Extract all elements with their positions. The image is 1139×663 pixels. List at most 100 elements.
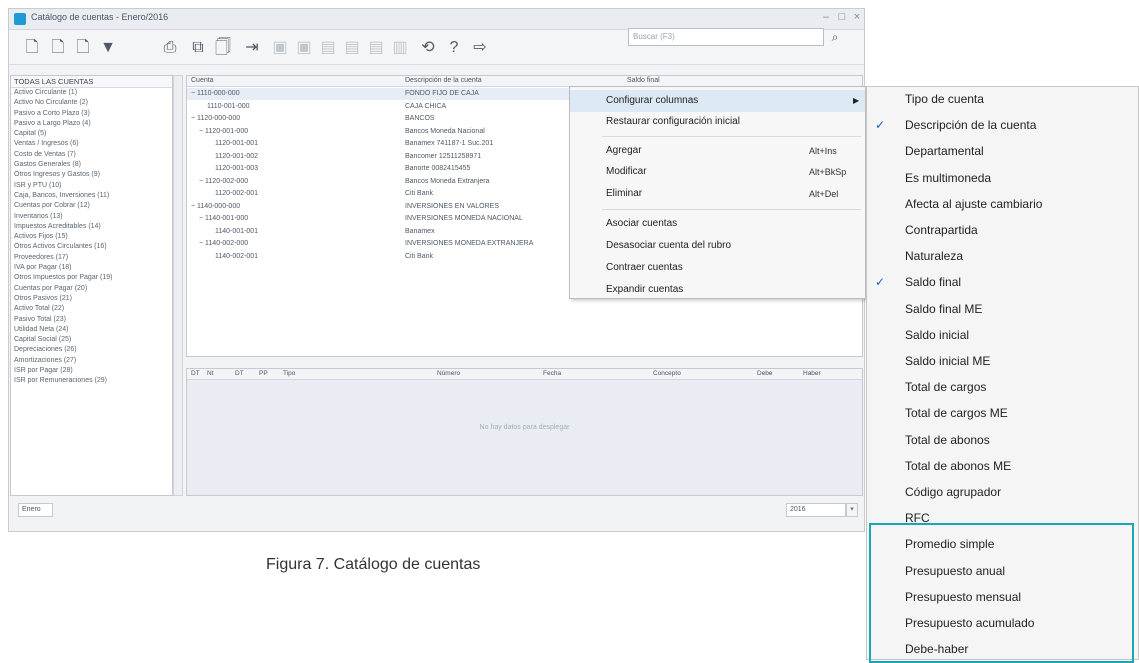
column-option-label: Saldo inicial ME bbox=[905, 354, 991, 368]
search-input[interactable]: Buscar (F3) bbox=[628, 28, 824, 46]
account-group-item[interactable]: Gastos Generales (8) bbox=[11, 160, 172, 170]
account-group-item[interactable]: Cuentas por Cobrar (12) bbox=[11, 201, 172, 211]
context-menu-item[interactable]: Asociar cuentas bbox=[570, 213, 865, 235]
account-group-item[interactable]: Pasivo Total (23) bbox=[11, 315, 172, 325]
account-group-item[interactable]: Amortizaciones (27) bbox=[11, 356, 172, 366]
account-group-item[interactable]: Ventas / Ingresos (6) bbox=[11, 139, 172, 149]
account-group-item[interactable]: Otros Ingresos y Gastos (9) bbox=[11, 170, 172, 180]
context-menu-item[interactable]: Eliminar Alt+Del bbox=[570, 183, 865, 205]
column-header[interactable]: Cuenta bbox=[191, 76, 214, 86]
account-group-item[interactable]: Capital Social (25) bbox=[11, 335, 172, 345]
column-header[interactable]: Saldo final bbox=[627, 76, 660, 86]
copy-icon[interactable]: ⧉ bbox=[187, 37, 209, 59]
left-scrollbar[interactable] bbox=[173, 75, 183, 496]
search-icon[interactable]: ⌕ bbox=[826, 28, 844, 46]
account-group-item[interactable]: Proveedores (17) bbox=[11, 253, 172, 263]
context-menu-item[interactable]: Restaurar configuración inicial bbox=[570, 111, 865, 133]
print-icon[interactable]: ⎙ bbox=[159, 37, 181, 59]
account-group-item[interactable]: Activo Total (22) bbox=[11, 304, 172, 314]
all-accounts-header[interactable]: TODAS LAS CUENTAS bbox=[11, 76, 172, 88]
edit-document-icon[interactable]: 🗋 bbox=[47, 37, 69, 59]
column-option[interactable]: ✓ Saldo final bbox=[867, 269, 1138, 295]
column-option[interactable]: ✓ Descripción de la cuenta bbox=[867, 112, 1138, 138]
account-group-item[interactable]: ISR por Pagar (28) bbox=[11, 366, 172, 376]
menu-item-label: Expandir cuentas bbox=[606, 284, 684, 295]
context-menu-item[interactable]: Modificar Alt+BkSp bbox=[570, 161, 865, 183]
account-group-item[interactable]: Activo No Circulante (2) bbox=[11, 98, 172, 108]
context-menu-item[interactable]: Contraer cuentas bbox=[570, 257, 865, 279]
column-header[interactable]: PP bbox=[259, 369, 268, 379]
chevron-down-icon[interactable]: ▾ bbox=[846, 503, 858, 517]
column-header[interactable]: Nt bbox=[207, 369, 214, 379]
column-header[interactable]: Número bbox=[437, 369, 460, 379]
account-group-item[interactable]: Otros Activos Circulantes (16) bbox=[11, 242, 172, 252]
column-option-label: Naturaleza bbox=[905, 249, 964, 264]
account-group-item[interactable]: ISR por Remuneraciones (29) bbox=[11, 376, 172, 386]
account-group-item[interactable]: Cuentas por Pagar (20) bbox=[11, 284, 172, 294]
account-group-item[interactable]: Utilidad Neta (24) bbox=[11, 325, 172, 335]
account-code: 1120-001-003 bbox=[215, 165, 259, 172]
context-menu-item[interactable]: Expandir cuentas bbox=[570, 279, 865, 301]
column-option-label: Código agrupador bbox=[905, 485, 1002, 499]
account-group-item[interactable]: Otros Impuestos por Pagar (19) bbox=[11, 273, 172, 283]
account-code: − 1120-000-000 bbox=[191, 115, 241, 122]
exit-icon[interactable]: ⇨ bbox=[469, 37, 491, 59]
account-group-item[interactable]: Capital (5) bbox=[11, 129, 172, 139]
column-option[interactable]: Contrapartida bbox=[867, 217, 1138, 243]
column-option[interactable]: Es multimoneda bbox=[867, 165, 1138, 191]
context-menu-item[interactable]: Desasociar cuenta del rubro bbox=[570, 235, 865, 257]
import-icon[interactable]: ⇥ bbox=[241, 37, 263, 59]
account-group-item[interactable]: Otros Pasivos (21) bbox=[11, 294, 172, 304]
account-group-item[interactable]: Caja, Bancos, Inversiones (11) bbox=[11, 191, 172, 201]
check-icon: ✓ bbox=[875, 275, 886, 290]
column-option[interactable]: Saldo inicial bbox=[867, 322, 1138, 348]
context-menu-item[interactable]: Configurar columnas ▶ bbox=[570, 90, 865, 112]
column-option[interactable]: Saldo final ME bbox=[867, 296, 1138, 322]
column-option[interactable]: Naturaleza bbox=[867, 243, 1138, 269]
column-header[interactable]: DT bbox=[235, 369, 244, 379]
account-group-item[interactable]: IVA por Pagar (18) bbox=[11, 263, 172, 273]
column-header[interactable]: Concepto bbox=[653, 369, 681, 379]
account-description: Banorte 0082415455 bbox=[405, 165, 471, 172]
column-option[interactable]: Total de cargos ME bbox=[867, 400, 1138, 426]
column-option[interactable]: Tipo de cuenta bbox=[867, 87, 1138, 112]
column-header[interactable]: Tipo bbox=[283, 369, 295, 379]
new-document-icon[interactable]: 🗋 bbox=[21, 37, 43, 59]
column-option[interactable]: Total de cargos bbox=[867, 374, 1138, 400]
minimize-icon[interactable]: – bbox=[819, 11, 833, 23]
account-group-item[interactable]: Pasivo a Largo Plazo (4) bbox=[11, 119, 172, 129]
column-header[interactable]: DT bbox=[191, 369, 200, 379]
year-field[interactable]: 2016 bbox=[786, 503, 846, 517]
account-group-item[interactable]: Inventarios (13) bbox=[11, 212, 172, 222]
column-option-label: Departamental bbox=[905, 144, 984, 159]
account-group-item[interactable]: Costo de Ventas (7) bbox=[11, 150, 172, 160]
column-option[interactable]: Afecta al ajuste cambiario bbox=[867, 191, 1138, 217]
delete-document-icon[interactable]: 🗋 bbox=[72, 37, 94, 59]
paste-icon[interactable]: 🗍 bbox=[212, 37, 234, 59]
maximize-icon[interactable]: □ bbox=[835, 11, 849, 23]
period-field[interactable]: Enero bbox=[18, 503, 53, 517]
help-icon[interactable]: ? bbox=[443, 37, 465, 59]
column-option[interactable]: Total de abonos ME bbox=[867, 453, 1138, 479]
account-group-item[interactable]: Pasivo a Corto Plazo (3) bbox=[11, 109, 172, 119]
account-code: − 1140-001-000 bbox=[199, 215, 249, 222]
refresh-icon[interactable]: ⟲ bbox=[417, 37, 439, 59]
account-group-item[interactable]: Impuestos Acreditables (14) bbox=[11, 222, 172, 232]
menu-separator bbox=[602, 136, 861, 137]
column-option[interactable]: Código agrupador bbox=[867, 479, 1138, 505]
column-header[interactable]: Fecha bbox=[543, 369, 561, 379]
account-group-item[interactable]: Activo Circulante (1) bbox=[11, 88, 172, 98]
account-group-item[interactable]: Depreciaciones (26) bbox=[11, 345, 172, 355]
filter-icon[interactable]: ▼ bbox=[97, 37, 119, 59]
account-group-item[interactable]: ISR y PTU (10) bbox=[11, 181, 172, 191]
column-option[interactable]: Departamental bbox=[867, 138, 1138, 164]
context-menu-item[interactable]: Agregar Alt+Ins bbox=[570, 140, 865, 162]
account-group-item[interactable]: Activos Fijos (15) bbox=[11, 232, 172, 242]
column-option[interactable]: Saldo inicial ME bbox=[867, 348, 1138, 374]
column-option-label: Total de abonos bbox=[905, 432, 990, 447]
column-header[interactable]: Haber bbox=[803, 369, 821, 379]
column-option[interactable]: Total de abonos bbox=[867, 427, 1138, 453]
column-header[interactable]: Descripción de la cuenta bbox=[405, 76, 482, 86]
close-icon[interactable]: × bbox=[850, 11, 864, 23]
column-header[interactable]: Debe bbox=[757, 369, 773, 379]
